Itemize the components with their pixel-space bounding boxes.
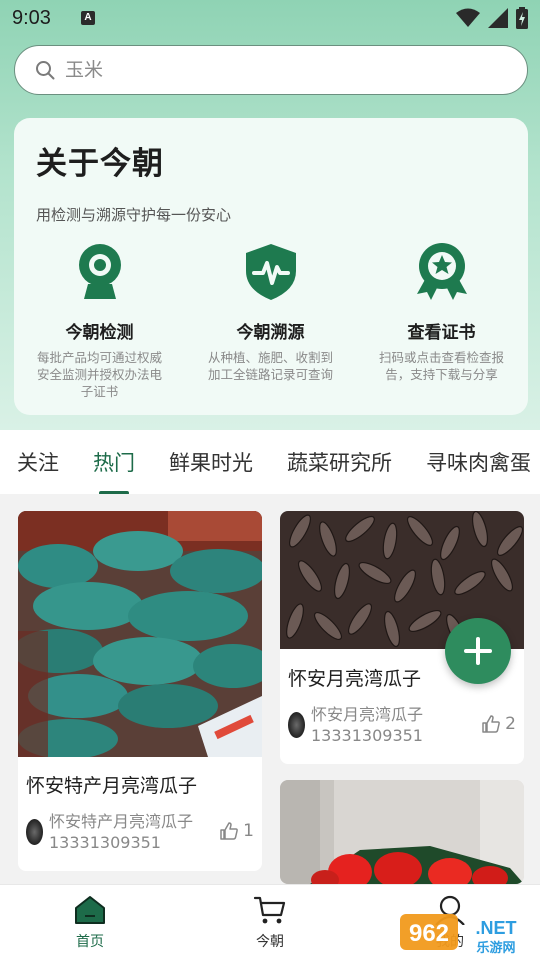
- feature-certificate[interactable]: 查看证书 扫码或点击查看检查报告，支持下载与分享: [356, 240, 527, 400]
- thumbs-up-icon: [220, 822, 239, 840]
- author-phone: 13331309351: [49, 833, 161, 852]
- tab-fresh-fruit[interactable]: 鲜果时光: [169, 447, 253, 477]
- thumbs-up-icon: [482, 715, 501, 733]
- search-icon: [36, 61, 55, 80]
- about-card: 关于今朝 用检测与溯源守护每一份安心 今朝检测 每批产品均可通过权威安全监测并授…: [14, 118, 528, 415]
- product-image: [18, 511, 262, 757]
- status-bar: 9:03 A: [0, 0, 540, 36]
- status-time: 9:03: [12, 6, 51, 29]
- tab-vegetable-lab[interactable]: 蔬菜研究所: [287, 447, 392, 477]
- like-count: 1: [243, 821, 254, 841]
- nav-home[interactable]: 首页: [0, 885, 180, 960]
- avatar: [26, 819, 43, 845]
- tab-meat-poultry-egg[interactable]: 寻味肉禽蛋: [426, 447, 531, 477]
- feature-traceability[interactable]: 今朝溯源 从种植、施肥、收割到加工全链路记录可查询: [185, 240, 356, 400]
- feature-name: 今朝检测: [65, 323, 134, 343]
- feature-name: 今朝溯源: [236, 323, 305, 343]
- tab-follow[interactable]: 关注: [17, 447, 59, 477]
- tab-hot[interactable]: 热门: [93, 447, 135, 477]
- webcam-icon: [78, 244, 121, 299]
- about-subtitle: 用检测与溯源守护每一份安心: [36, 206, 232, 224]
- nav-label: 今朝: [256, 934, 284, 950]
- shield-pulse-icon: [245, 244, 296, 300]
- product-image: [280, 780, 524, 884]
- about-title: 关于今朝: [36, 146, 164, 182]
- svg-text:乐游网: 乐游网: [476, 940, 515, 956]
- card-title: 怀安月亮湾瓜子: [288, 668, 422, 690]
- site-watermark-logo: 962 .NET 乐游网: [400, 914, 517, 956]
- feature-desc: 从种植、施肥、收割到加工全链路记录可查询: [207, 350, 333, 382]
- search-bar[interactable]: [14, 45, 528, 95]
- cart-icon: [253, 896, 286, 924]
- avatar: [288, 712, 305, 738]
- category-tabs: 关注 热门 鲜果时光 蔬菜研究所 寻味肉禽蛋: [0, 430, 540, 494]
- feature-desc: 每批产品均可通过权威安全监测并授权办法电子证书: [36, 350, 162, 399]
- like-button[interactable]: 1: [219, 821, 254, 841]
- nav-jinzhao[interactable]: 今朝: [180, 885, 360, 960]
- home-icon: [75, 896, 105, 924]
- plus-icon: [464, 637, 492, 665]
- author-phone: 13331309351: [311, 726, 423, 745]
- signal-icon: [488, 8, 508, 28]
- author-name: 怀安特产月亮湾瓜子: [49, 812, 194, 831]
- feature-name: 查看证书: [407, 323, 476, 343]
- like-button[interactable]: 2: [481, 714, 516, 734]
- feature-inspection[interactable]: 今朝检测 每批产品均可通过权威安全监测并授权办法电子证书: [14, 240, 185, 400]
- battery-icon: [516, 7, 528, 29]
- notification-icon: A: [80, 11, 95, 25]
- like-count: 2: [505, 714, 516, 734]
- feed-card[interactable]: [280, 780, 524, 884]
- svg-text:.NET: .NET: [475, 918, 516, 938]
- award-ribbon-icon: [416, 243, 467, 300]
- feature-list: 今朝检测 每批产品均可通过权威安全监测并授权办法电子证书 今朝溯源 从种植、施肥…: [14, 240, 528, 400]
- card-title: 怀安特产月亮湾瓜子: [26, 775, 198, 797]
- feed-card[interactable]: 怀安特产月亮湾瓜子 怀安特产月亮湾瓜子 13331309351 1: [18, 511, 262, 871]
- search-input[interactable]: [65, 59, 465, 81]
- svg-text:962: 962: [409, 920, 449, 947]
- wifi-icon: [456, 8, 480, 27]
- nav-label: 首页: [76, 934, 104, 950]
- add-post-button[interactable]: [445, 618, 511, 684]
- author-name: 怀安月亮湾瓜子: [311, 705, 424, 724]
- feature-desc: 扫码或点击查看检查报告，支持下载与分享: [378, 350, 504, 382]
